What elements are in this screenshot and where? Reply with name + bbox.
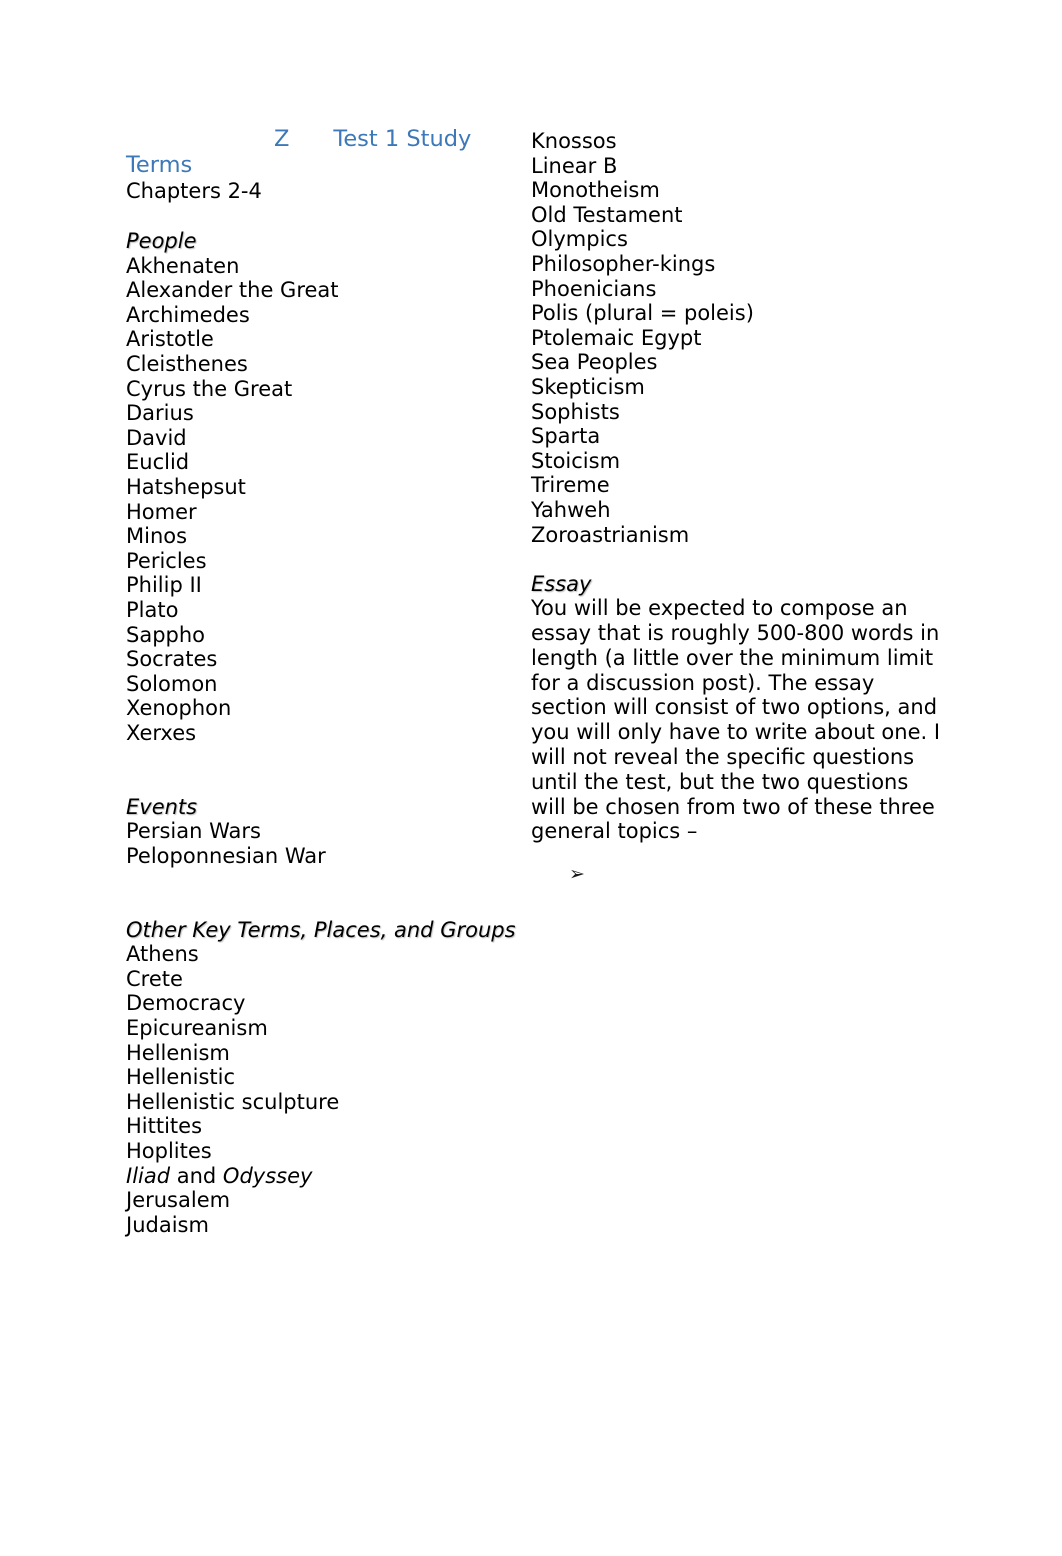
term-item: Sparta [531, 424, 601, 449]
term-item: Zoroastrianism [531, 522, 690, 547]
term-item: Democracy [126, 991, 246, 1016]
document-page: Z Test 1 Study Terms Chapters 2-4 People A… [0, 0, 1062, 1556]
term-item: Hellenism [126, 1040, 230, 1065]
term-item: Judaism [126, 1212, 209, 1237]
term-item: Yahweh [531, 497, 611, 522]
term-item: Euclid [126, 450, 190, 475]
essay-body-text: You will be expected to compose an essay… [531, 596, 941, 844]
section-subhead: Events [126, 794, 198, 819]
term-item: Sea Peoples [531, 350, 658, 375]
term-item: Alexander the Great [126, 278, 339, 303]
left-column: People Akhenaten Alexander the Great Archim… [126, 229, 521, 1237]
essay-subhead: Essay [531, 571, 592, 596]
section-subhead: Other Key Terms, Places, and Groups [126, 917, 516, 942]
term-item: Solomon [126, 671, 218, 696]
term-item: Xerxes [126, 720, 197, 745]
term-item: Darius [126, 401, 194, 426]
term-item: Sappho [126, 622, 206, 647]
term-item: Linear B [531, 153, 618, 178]
title-z-marker: Z [274, 126, 290, 152]
term-item: Socrates [126, 647, 218, 672]
term-item: Sophists [531, 399, 620, 424]
term-item: Persian Wars [126, 819, 261, 844]
term-item: Minos [126, 524, 188, 549]
term-item: Athens [126, 942, 199, 967]
page-title-continued: Terms [126, 152, 193, 178]
chapters-label: Chapters 2-4 [126, 179, 262, 203]
work-title-odyssey: Odyssey [222, 1163, 313, 1188]
term-item: Phoenicians [531, 276, 657, 301]
term-item: Plato [126, 597, 179, 622]
term-item: Epicureanism [126, 1016, 268, 1040]
term-item: Trireme [531, 473, 610, 498]
term-item: Ptolemaic Egypt [531, 325, 702, 350]
work-title-iliad: Iliad [126, 1163, 171, 1188]
term-item: Homer [126, 499, 197, 524]
essay-topic-bullet-row: ➢ [531, 862, 943, 886]
page-title: Test 1 Study [333, 126, 472, 152]
term-item: Cyrus the Great [126, 376, 293, 401]
term-item: Hellenistic sculpture [126, 1089, 340, 1114]
term-item: Stoicism [531, 448, 621, 473]
term-item: Aristotle [126, 327, 214, 352]
term-item: David [126, 425, 187, 450]
term-item: Philosopher-kings [531, 251, 716, 276]
arrowhead-bullet-icon: ➢ [569, 863, 585, 886]
term-item: Skepticism [531, 374, 645, 399]
term-item: Peloponnesian War [126, 843, 326, 868]
section-subhead: People [126, 229, 197, 253]
term-item: Old Testament [531, 202, 683, 227]
term-item: Pericles [126, 548, 207, 573]
term-item: Hoplites [126, 1138, 212, 1163]
term-item: Hellenistic [126, 1065, 235, 1090]
term-item: Xenophon [126, 696, 232, 721]
term-item: Archimedes [126, 302, 250, 327]
term-item: Akhenaten [126, 253, 240, 278]
term-item: Jerusalem [126, 1188, 231, 1213]
term-item: Cleisthenes [126, 351, 248, 376]
term-item: Crete [126, 966, 183, 991]
term-item: Knossos [531, 129, 617, 153]
term-item: Hatshepsut [126, 474, 246, 499]
term-item: Polis (plural = poleis) [531, 301, 754, 326]
term-item: Monotheism [531, 178, 660, 203]
term-item: Hittites [126, 1114, 203, 1139]
term-item: Olympics [531, 227, 628, 252]
term-item: Philip II [126, 573, 202, 598]
term-item: Iliad and Odyssey [126, 1163, 313, 1188]
right-column: Knossos Linear B Monotheism Old Testament Ol… [531, 129, 943, 886]
